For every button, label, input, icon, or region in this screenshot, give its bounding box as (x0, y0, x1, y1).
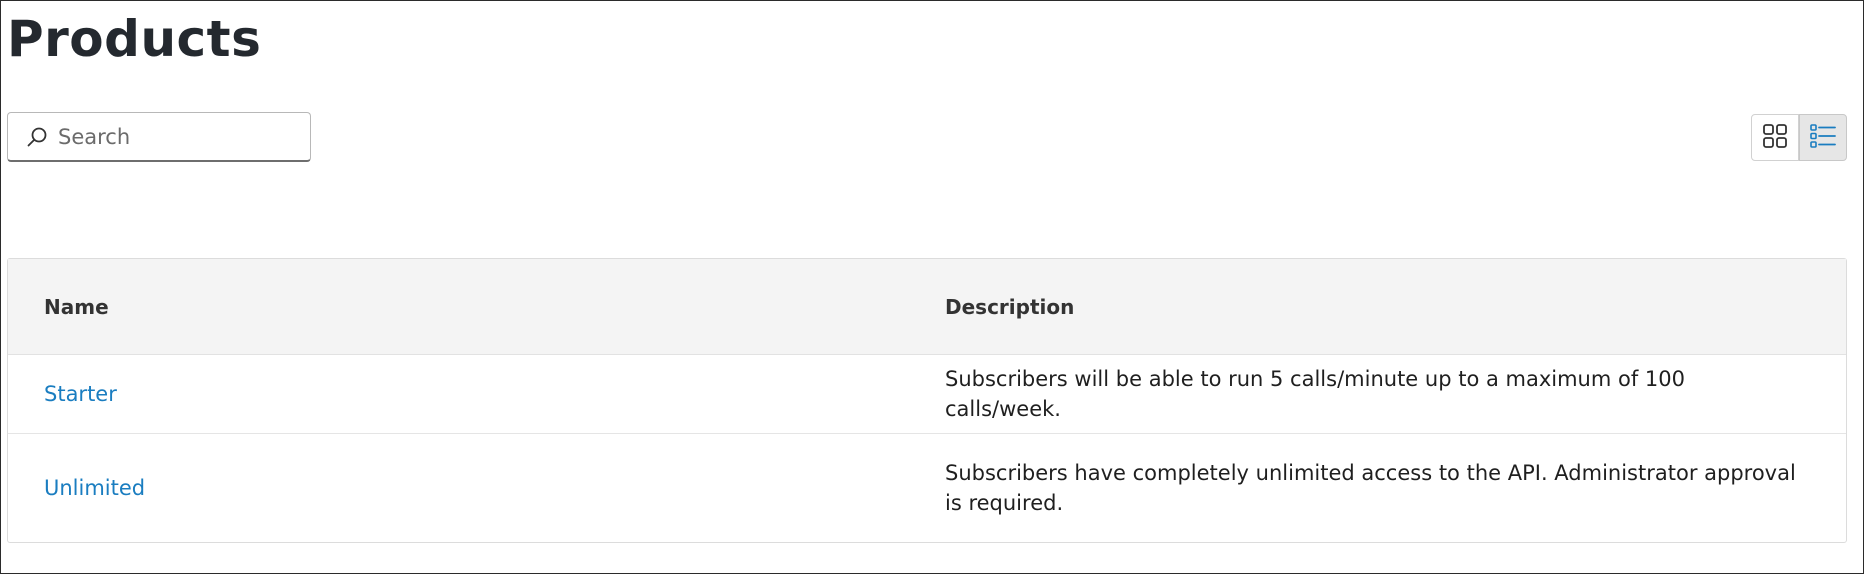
column-header-description[interactable]: Description (945, 295, 1805, 319)
grid-view-icon (1762, 123, 1788, 153)
column-header-name[interactable]: Name (44, 295, 109, 319)
table-header: Name Description (8, 259, 1846, 355)
list-view-icon (1809, 122, 1837, 154)
product-link-starter[interactable]: Starter (44, 379, 117, 409)
view-toggle (1751, 114, 1847, 161)
product-description: Subscribers will be able to run 5 calls/… (945, 367, 1685, 421)
product-link-unlimited[interactable]: Unlimited (44, 473, 145, 503)
table-row: Unlimited Subscribers have completely un… (8, 434, 1846, 542)
page-title: Products (7, 10, 262, 68)
page-frame: Products Search Name Description Starter… (0, 0, 1864, 574)
grid-view-button[interactable] (1751, 114, 1799, 161)
search-input[interactable] (58, 124, 298, 149)
products-table: Name Description Starter Subscribers wil… (7, 258, 1847, 543)
table-row: Starter Subscribers will be able to run … (8, 355, 1846, 434)
search-icon (26, 126, 48, 148)
search-box[interactable] (7, 112, 311, 162)
product-description: Subscribers have completely unlimited ac… (945, 461, 1796, 515)
list-view-button[interactable] (1799, 114, 1847, 161)
